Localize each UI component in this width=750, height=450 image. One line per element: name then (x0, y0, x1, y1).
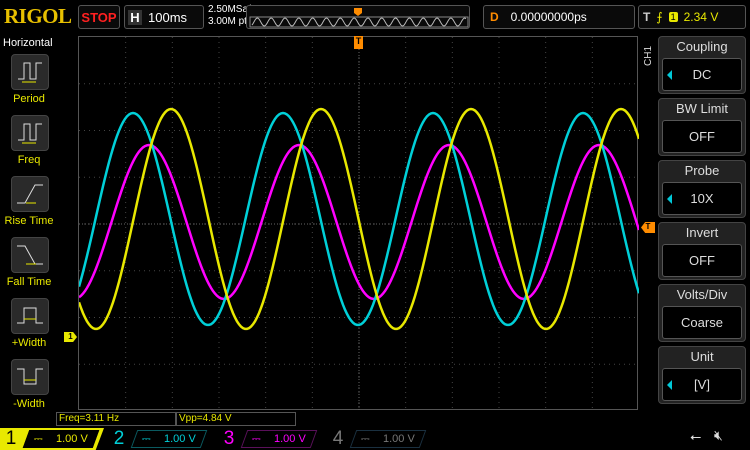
timebase-value: 100ms (148, 9, 188, 25)
freq-button[interactable] (11, 115, 49, 151)
trigger-display[interactable]: T ⨍ 1 2.34 V (638, 5, 746, 29)
probe-value: 10X (690, 191, 714, 206)
neg-width-label: -Width (13, 398, 45, 410)
channel-1-button[interactable]: 1 ⎓ 1.00 V (0, 428, 104, 450)
dc-coupling-icon: ⎓ (141, 432, 151, 445)
channel-scale: 1.00 V (56, 433, 89, 445)
channel-4-button[interactable]: 4 ⎓ 1.00 V (327, 428, 427, 450)
bw-limit-value: OFF (689, 129, 715, 144)
timebase-display[interactable]: H 100ms (124, 5, 204, 29)
trigger-label: T (643, 10, 651, 24)
channel-number: 2 (113, 428, 125, 449)
coupling-value: DC (692, 67, 712, 82)
rise-time-button[interactable] (11, 176, 49, 212)
ch1-offset-marker[interactable]: 1 (64, 332, 77, 342)
waveform-display[interactable] (77, 36, 641, 411)
left-arrow-icon (667, 70, 672, 80)
invert-label: Invert (685, 225, 719, 240)
run-stop-button[interactable]: STOP (78, 5, 120, 29)
volts-div-label: Volts/Div (676, 287, 728, 302)
pos-width-button[interactable] (11, 298, 49, 334)
left-arrow-icon (667, 194, 672, 204)
unit-value: [V] (694, 377, 710, 392)
usb-icon: ⭠ (690, 428, 702, 444)
memory-waveform-icon (249, 8, 469, 28)
trigger-level: 2.34 V (683, 10, 719, 24)
coupling-label: Coupling (676, 39, 728, 54)
waveform-canvas (77, 37, 641, 411)
channel-scale: 1.00 V (164, 433, 197, 445)
unit-button[interactable]: Unit [V] (658, 346, 746, 404)
vpp-measurement: Vpp=4.84 V (176, 412, 296, 426)
channel-scale: 1.00 V (383, 433, 416, 445)
measure-menu: Horizontal Period Freq Rise Time Fall Ti… (0, 35, 56, 410)
memory-overview (246, 5, 470, 29)
period-button[interactable] (11, 54, 49, 90)
bw-limit-label: BW Limit (676, 101, 728, 116)
dc-coupling-icon: ⎓ (360, 432, 370, 445)
menu-title: Horizontal (3, 37, 53, 49)
channel-2-button[interactable]: 2 ⎓ 1.00 V (108, 428, 208, 450)
channel-scale: 1.00 V (274, 433, 307, 445)
volts-div-button[interactable]: Volts/Div Coarse (658, 284, 746, 342)
dc-coupling-icon: ⎓ (33, 432, 43, 445)
delay-display[interactable]: D 0.00000000ps (483, 5, 635, 29)
trigger-position-marker[interactable]: T (354, 36, 363, 49)
probe-button[interactable]: Probe 10X (658, 160, 746, 218)
fall-time-icon (17, 245, 43, 265)
probe-label: Probe (684, 163, 720, 178)
fall-time-button[interactable] (11, 237, 49, 273)
channel-number: 4 (332, 428, 344, 449)
fall-time-label: Fall Time (6, 276, 52, 288)
invert-value: OFF (689, 253, 715, 268)
delay-label: D (490, 10, 499, 24)
channel-label: CH1 (643, 45, 654, 66)
channel-3-button[interactable]: 3 ⎓ 1.00 V (218, 428, 318, 450)
rise-time-label: Rise Time (4, 215, 54, 227)
left-arrow-icon (667, 380, 672, 390)
channel-number: 1 (5, 428, 17, 449)
coupling-button[interactable]: Coupling DC (658, 36, 746, 94)
freq-label: Freq (17, 154, 41, 166)
channel-number: 3 (223, 428, 235, 449)
trigger-source: 1 (668, 12, 678, 22)
timebase-label: H (128, 9, 142, 25)
pos-width-icon (17, 307, 43, 324)
invert-button[interactable]: Invert OFF (658, 222, 746, 280)
dc-coupling-icon: ⎓ (251, 432, 261, 445)
rise-time-icon (17, 184, 43, 204)
unit-label: Unit (690, 349, 714, 364)
volts-div-value: Coarse (681, 315, 723, 330)
delay-value: 0.00000000ps (510, 10, 587, 24)
freq-icon (18, 123, 42, 144)
neg-width-icon (17, 368, 43, 385)
freq-measurement: Freq=3.11 Hz (56, 412, 176, 426)
neg-width-button[interactable] (11, 359, 49, 395)
mute-icon[interactable]: 🔇︎ (714, 427, 723, 444)
trigger-level-marker[interactable]: T (641, 222, 655, 233)
period-icon (18, 62, 42, 83)
bw-limit-button[interactable]: BW Limit OFF (658, 98, 746, 156)
pos-width-label: +Width (11, 337, 47, 349)
rising-edge-icon: ⨍ (656, 10, 663, 24)
rigol-logo: RIGOL (4, 4, 72, 28)
period-label: Period (13, 93, 45, 105)
